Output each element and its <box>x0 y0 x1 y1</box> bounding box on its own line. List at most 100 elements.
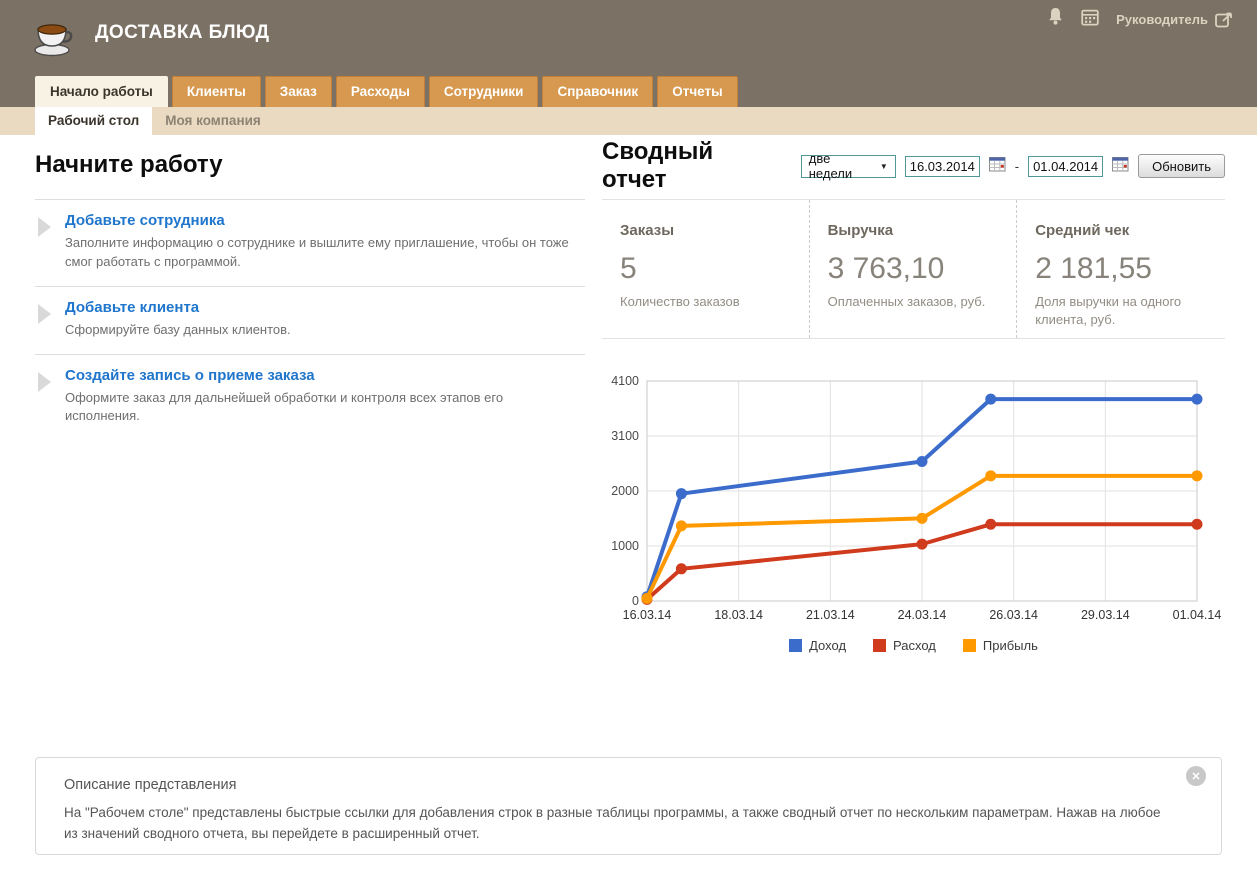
svg-text:2000: 2000 <box>611 484 639 498</box>
svg-text:3100: 3100 <box>611 429 639 443</box>
stat-average-check[interactable]: Средний чек 2 181,55 Доля выручки на одн… <box>1017 200 1225 338</box>
tab-order[interactable]: Заказ <box>265 76 332 107</box>
tab-getting-started[interactable]: Начало работы <box>35 76 168 107</box>
svg-text:01.04.14: 01.04.14 <box>1173 608 1222 622</box>
subtab-my-company[interactable]: Моя компания <box>152 107 274 135</box>
arrow-right-icon <box>38 217 51 237</box>
add-employee-description: Заполните информацию о сотруднике и вышл… <box>65 234 575 272</box>
tab-reports[interactable]: Отчеты <box>657 76 737 107</box>
data-point <box>985 394 996 405</box>
svg-text:1000: 1000 <box>611 539 639 553</box>
data-point <box>985 519 996 530</box>
data-point <box>917 539 928 550</box>
svg-text:0: 0 <box>632 594 639 608</box>
app-header: ДОСТАВКА БЛЮД Руководитель <box>0 0 1257 107</box>
data-point <box>917 513 928 524</box>
stat-title: Средний чек <box>1035 222 1215 239</box>
tab-directory[interactable]: Справочник <box>542 76 653 107</box>
data-point <box>1192 470 1203 481</box>
stat-value[interactable]: 5 <box>620 252 799 286</box>
data-point <box>1192 519 1203 530</box>
stat-revenue[interactable]: Выручка 3 763,10 Оплаченных заказов, руб… <box>810 200 1018 338</box>
date-range-separator: - <box>1015 159 1019 174</box>
logout-icon <box>1215 11 1235 28</box>
getting-started-section: Начните работу Добавьте сотрудника Запол… <box>35 143 585 440</box>
list-item: Создайте запись о приеме заказа Оформите… <box>35 354 585 441</box>
user-label: Руководитель <box>1116 12 1208 27</box>
report-controls: две недели ▼ - <box>801 154 1225 178</box>
subtab-desktop[interactable]: Рабочий стол <box>35 107 152 135</box>
header-actions: Руководитель <box>1047 7 1235 31</box>
report-chart-area: 0 1000 2000 3100 4100 16.03.14 18.03.14 21.03.1… <box>602 373 1225 653</box>
date-from-input[interactable] <box>905 156 980 177</box>
svg-text:18.03.14: 18.03.14 <box>714 608 763 622</box>
legend-swatch-icon <box>963 639 976 652</box>
data-point <box>985 470 996 481</box>
main-tabs: Начало работы Клиенты Заказ Расходы Сотр… <box>35 76 738 107</box>
legend-swatch-icon <box>789 639 802 652</box>
chevron-down-icon: ▼ <box>880 162 888 171</box>
date-to-input[interactable] <box>1028 156 1103 177</box>
create-order-link[interactable]: Создайте запись о приеме заказа <box>65 367 315 384</box>
svg-text:24.03.14: 24.03.14 <box>898 608 947 622</box>
summary-report-section: Сводный отчет две недели ▼ - <box>602 143 1225 653</box>
sub-nav: Рабочий стол Моя компания <box>0 107 1257 135</box>
calendar-icon[interactable] <box>1081 8 1099 31</box>
legend-item[interactable]: Прибыль <box>963 638 1038 653</box>
user-menu[interactable]: Руководитель <box>1116 11 1235 28</box>
getting-started-title: Начните работу <box>35 151 585 179</box>
data-point <box>676 520 687 531</box>
create-order-description: Оформите заказ для дальнейшей обработки … <box>65 389 575 427</box>
stat-value[interactable]: 2 181,55 <box>1035 252 1215 286</box>
data-point <box>676 563 687 574</box>
list-item: Добавьте клиента Сформируйте базу данных… <box>35 286 585 354</box>
arrow-right-icon <box>38 304 51 324</box>
app-title: ДОСТАВКА БЛЮД <box>95 22 269 44</box>
data-point <box>642 593 653 604</box>
view-description-panel: Описание представления На "Рабочем столе… <box>35 757 1222 855</box>
coffee-cup-logo-icon <box>28 12 76 63</box>
tab-employees[interactable]: Сотрудники <box>429 76 539 107</box>
svg-text:26.03.14: 26.03.14 <box>989 608 1038 622</box>
stat-value[interactable]: 3 763,10 <box>828 252 1007 286</box>
date-to-picker-icon[interactable] <box>1112 156 1129 177</box>
period-select[interactable]: две недели ▼ <box>801 155 896 178</box>
report-title: Сводный отчет <box>602 138 781 194</box>
report-stats: Заказы 5 Количество заказов Выручка 3 76… <box>602 199 1225 339</box>
list-item: Добавьте сотрудника Заполните информацию… <box>35 199 585 286</box>
stat-subtitle: Оплаченных заказов, руб. <box>828 293 1007 311</box>
page: { "header": { "app_title": "ДОСТАВКА БЛЮ… <box>0 0 1257 888</box>
date-from-picker-icon[interactable] <box>989 156 1006 177</box>
svg-text:4100: 4100 <box>611 374 639 388</box>
legend-label: Доход <box>809 638 846 653</box>
data-point <box>1192 394 1203 405</box>
chart-legend: Доход Расход Прибыль <box>602 638 1225 653</box>
arrow-right-icon <box>38 372 51 392</box>
legend-item[interactable]: Расход <box>873 638 936 653</box>
data-point <box>676 488 687 499</box>
add-client-link[interactable]: Добавьте клиента <box>65 299 199 316</box>
legend-swatch-icon <box>873 639 886 652</box>
bell-icon[interactable] <box>1047 7 1064 31</box>
close-icon[interactable]: ✕ <box>1186 766 1206 786</box>
tab-expenses[interactable]: Расходы <box>336 76 425 107</box>
data-point <box>917 456 928 467</box>
svg-text:16.03.14: 16.03.14 <box>623 608 672 622</box>
tab-clients[interactable]: Клиенты <box>172 76 261 107</box>
legend-label: Расход <box>893 638 936 653</box>
refresh-button[interactable]: Обновить <box>1138 154 1225 178</box>
legend-item[interactable]: Доход <box>789 638 846 653</box>
stat-title: Заказы <box>620 222 799 239</box>
stat-subtitle: Доля выручки на одного клиента, руб. <box>1035 293 1215 328</box>
svg-text:21.03.14: 21.03.14 <box>806 608 855 622</box>
report-chart[interactable]: 0 1000 2000 3100 4100 16.03.14 18.03.14 21.03.1… <box>602 373 1225 625</box>
period-select-value: две недели <box>809 151 869 181</box>
stat-title: Выручка <box>828 222 1007 239</box>
panel-title: Описание представления <box>64 777 237 793</box>
add-client-description: Сформируйте базу данных клиентов. <box>65 321 575 340</box>
add-employee-link[interactable]: Добавьте сотрудника <box>65 212 225 229</box>
svg-text:29.03.14: 29.03.14 <box>1081 608 1130 622</box>
stat-orders[interactable]: Заказы 5 Количество заказов <box>602 200 810 338</box>
legend-label: Прибыль <box>983 638 1038 653</box>
stat-subtitle: Количество заказов <box>620 293 799 311</box>
